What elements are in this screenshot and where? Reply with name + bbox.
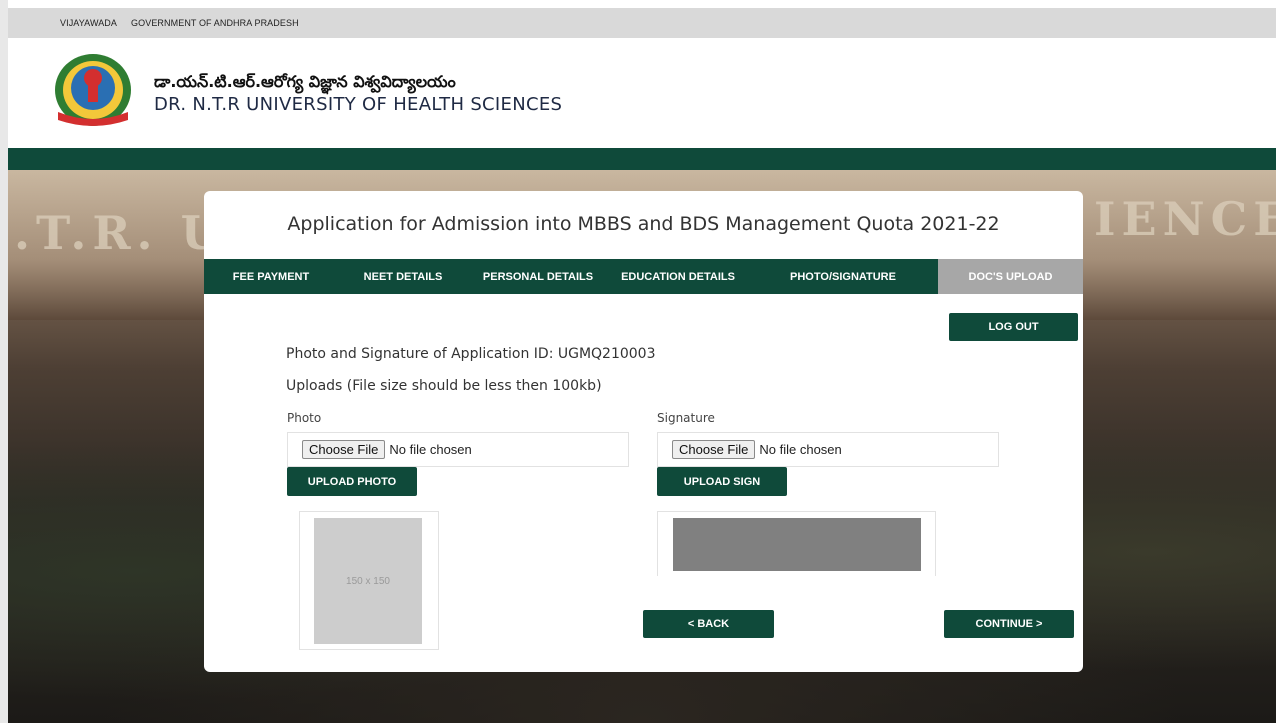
photo-placeholder: 150 x 150 [314,518,422,644]
photo-file-input[interactable]: Choose File No file chosen [287,432,629,467]
upload-photo-button[interactable]: UPLOAD PHOTO [287,467,417,496]
back-button[interactable]: < BACK [643,610,774,638]
top-strip [0,0,1276,8]
continue-button[interactable]: CONTINUE > [944,610,1074,638]
application-card: Application for Admission into MBBS and … [204,191,1083,672]
university-name-telugu: డా.యన్.టి.ఆర్.ఆరోగ్య విజ్ఞాన విశ్వవిద్యా… [154,72,456,91]
photo-choose-file-button[interactable]: Choose File [302,440,386,459]
tab-personal-details[interactable]: PERSONAL DETAILS [468,259,608,294]
window-left-edge [0,0,8,723]
tab-photo-signature[interactable]: PHOTO/SIGNATURE [748,259,938,294]
tab-fee-payment[interactable]: FEE PAYMENT [204,259,338,294]
university-name-english: DR. N.T.R UNIVERSITY OF HEALTH SCIENCES [154,94,563,115]
signature-preview-frame [657,511,936,576]
signature-label: Signature [657,411,715,425]
tab-neet-details[interactable]: NEET DETAILS [338,259,468,294]
step-tabs: FEE PAYMENT NEET DETAILS PERSONAL DETAIL… [204,259,1083,294]
photo-preview-frame: 150 x 150 [299,511,439,650]
facade-letters-right: IENCES [1094,192,1276,246]
header-green-band [8,148,1276,170]
top-info-bar: VIJAYAWADA GOVERNMENT OF ANDHRA PRADESH [8,8,1276,38]
signature-placeholder [673,518,921,571]
site-header: డా.యన్.టి.ఆర్.ఆరోగ్య విజ్ఞాన విశ్వవిద్యా… [8,38,1276,148]
upload-sign-button[interactable]: UPLOAD SIGN [657,467,787,496]
photo-label: Photo [287,411,322,425]
facade-letters-left: .T.R. U [14,206,227,260]
signature-file-input[interactable]: Choose File No file chosen [657,432,999,467]
university-logo[interactable] [48,50,138,130]
application-title: Application for Admission into MBBS and … [287,213,1000,235]
upload-size-note: Uploads (File size should be less then 1… [286,378,602,394]
signature-file-status: No file chosen [759,442,842,457]
tab-education-details[interactable]: EDUCATION DETAILS [608,259,748,294]
tab-docs-upload[interactable]: DOC'S UPLOAD [938,259,1083,294]
photo-file-status: No file chosen [389,442,472,457]
application-id-heading: Photo and Signature of Application ID: U… [286,346,656,362]
city-label: VIJAYAWADA [60,18,118,28]
signature-choose-file-button[interactable]: Choose File [672,440,756,459]
government-label: GOVERNMENT OF ANDHRA PRADESH [131,18,299,28]
logout-button[interactable]: LOG OUT [949,313,1078,341]
